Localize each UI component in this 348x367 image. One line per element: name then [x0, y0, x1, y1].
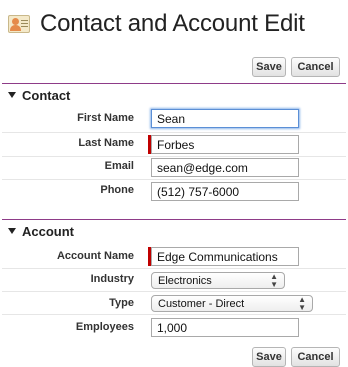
collapse-triangle-icon: [8, 92, 16, 98]
first-name-label: First Name: [77, 112, 134, 124]
employees-input[interactable]: 1,000: [151, 318, 299, 337]
row-separator: [2, 132, 346, 133]
row-separator: [2, 268, 346, 269]
last-name-label: Last Name: [78, 137, 134, 149]
page-header: Contact and Account Edit: [6, 8, 305, 40]
employees-label: Employees: [75, 321, 134, 333]
phone-label: Phone: [100, 184, 134, 196]
account-section-toggle[interactable]: Account: [8, 223, 74, 239]
cancel-button-top[interactable]: Cancel: [291, 57, 340, 77]
account-section-divider: [2, 219, 346, 220]
type-select[interactable]: Customer - Direct ▲ ▼: [151, 295, 313, 312]
contact-section-heading: Contact: [22, 87, 71, 103]
industry-select[interactable]: Electronics ▲ ▼: [151, 272, 285, 289]
account-name-label: Account Name: [56, 250, 134, 262]
account-section-heading: Account: [22, 223, 74, 239]
type-label: Type: [109, 297, 134, 309]
save-button-bottom[interactable]: Save: [252, 347, 286, 367]
row-separator: [2, 291, 346, 292]
row-separator: [2, 314, 346, 315]
contact-section-toggle[interactable]: Contact: [8, 87, 70, 103]
email-input[interactable]: sean@edge.com: [151, 158, 299, 177]
account-name-input[interactable]: Edge Communications: [151, 247, 299, 266]
collapse-triangle-icon: [8, 228, 16, 234]
cancel-button-bottom[interactable]: Cancel: [291, 347, 340, 367]
industry-selected-value: Electronics: [158, 274, 212, 287]
type-selected-value: Customer - Direct: [158, 297, 245, 310]
save-button-top[interactable]: Save: [252, 57, 286, 77]
select-arrows-icon: ▲ ▼: [298, 294, 306, 312]
row-separator: [2, 179, 346, 180]
select-arrows-icon: ▲ ▼: [270, 271, 278, 289]
page-title: Contact and Account Edit: [40, 10, 305, 37]
last-name-input[interactable]: Forbes: [151, 135, 299, 154]
industry-label: Industry: [90, 273, 134, 285]
phone-input[interactable]: (512) 757-6000: [151, 182, 299, 201]
contact-section-divider: [2, 83, 346, 84]
contact-card-icon: [6, 11, 34, 37]
email-label: Email: [104, 160, 134, 172]
row-separator: [2, 156, 346, 157]
first-name-input[interactable]: Sean: [151, 109, 299, 128]
